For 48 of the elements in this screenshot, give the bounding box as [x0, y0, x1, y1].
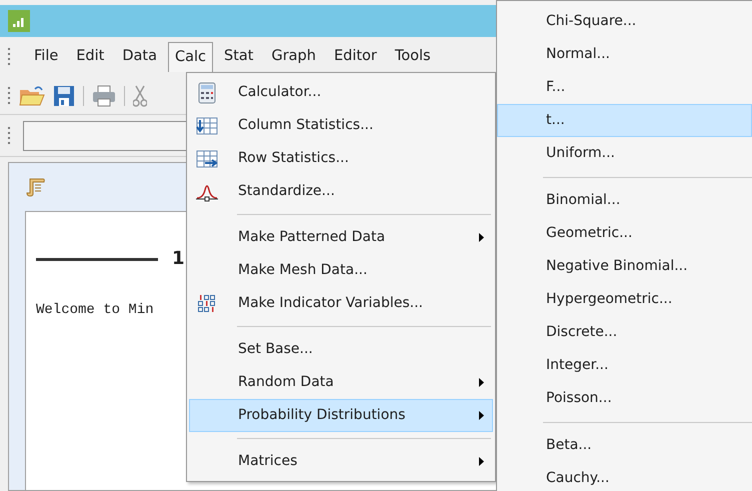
menu-item[interactable]: Negative Binomial... [497, 250, 752, 283]
menu-item[interactable]: Calc [168, 42, 213, 72]
menu-item[interactable]: Uniform... [497, 137, 752, 170]
menu-item[interactable]: Calculator... [189, 76, 493, 109]
scroll-icon [26, 177, 46, 197]
menu-item[interactable]: Graph [264, 42, 323, 72]
menu-item[interactable]: Make Indicator Variables... [189, 287, 493, 320]
menu-item[interactable]: Make Patterned Data [189, 221, 493, 254]
menu-item[interactable]: Set Base... [189, 333, 493, 366]
menu-item[interactable]: Discrete... [497, 316, 752, 349]
menu-item[interactable]: Column Statistics... [189, 109, 493, 142]
menu-item[interactable]: File [27, 42, 66, 72]
app-logo-icon [8, 10, 30, 32]
menu-item[interactable]: Edit [69, 42, 112, 72]
menu-item[interactable]: Random Data [189, 366, 493, 399]
menu-item[interactable]: Beta... [497, 429, 752, 462]
menu-item[interactable]: Chi-Square... [497, 5, 752, 38]
menu-item[interactable]: Normal... [497, 38, 752, 71]
menu-item[interactable]: t... [497, 104, 752, 137]
menu-item[interactable]: Standardize... [189, 175, 493, 208]
menu-item[interactable]: Stat [217, 42, 260, 72]
grip-icon [8, 86, 11, 104]
menu-item[interactable]: Integer... [497, 349, 752, 382]
menu-item[interactable]: Editor [326, 42, 384, 72]
menu-item[interactable]: Tools [388, 42, 438, 72]
grip-icon [8, 48, 11, 66]
menu-item[interactable]: Hypergeometric... [497, 283, 752, 316]
column-table-icon [196, 116, 218, 134]
menu-item[interactable]: Probability Distributions [189, 399, 493, 432]
menu-item[interactable]: Make Mesh Data... [189, 254, 493, 287]
indicator-grid-icon [198, 294, 216, 312]
menu-item[interactable]: Data [115, 42, 164, 72]
row-table-icon [196, 150, 218, 168]
menu-item[interactable]: Geometric... [497, 217, 752, 250]
menu-item[interactable]: Row Statistics... [189, 142, 493, 175]
calculator-icon [198, 82, 216, 104]
menu-item[interactable]: Poisson... [497, 382, 752, 415]
scissors-icon[interactable] [133, 84, 147, 106]
menu-item[interactable]: Cauchy... [497, 462, 752, 491]
folder-icon[interactable] [19, 84, 45, 106]
menu-item[interactable]: F... [497, 71, 752, 104]
session-heading: 1 [172, 250, 185, 268]
grip-icon [8, 126, 11, 144]
menu-item[interactable]: Matrices [189, 445, 493, 478]
session-text: Welcome to Min [36, 302, 154, 318]
save-icon[interactable] [53, 84, 75, 106]
print-icon[interactable] [92, 84, 116, 106]
menu-item[interactable]: Binomial... [497, 184, 752, 217]
